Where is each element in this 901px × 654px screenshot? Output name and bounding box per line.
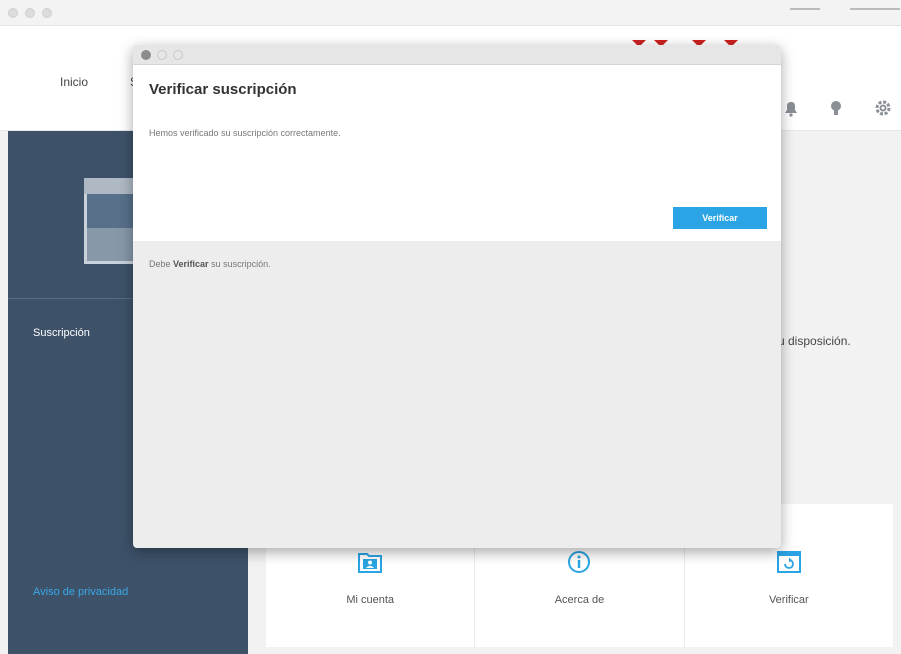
info-icon (568, 551, 591, 573)
note-bold: Verificar (173, 259, 209, 269)
close-window-button[interactable] (8, 8, 18, 18)
note-suffix: su suscripción. (208, 259, 271, 269)
titlebar-decoration (790, 8, 820, 10)
maximize-window-button[interactable] (42, 8, 52, 18)
dialog-message: Hemos verificado su suscripción correcta… (149, 128, 341, 138)
dialog-titlebar (133, 45, 781, 65)
nav-item-inicio[interactable]: Inicio (60, 75, 88, 89)
verify-button[interactable]: Verificar (673, 207, 767, 229)
sidebar-item-suscripcion[interactable]: Suscripción (33, 327, 90, 339)
lightbulb-icon[interactable] (826, 98, 846, 118)
dialog-maximize-button[interactable] (173, 50, 183, 60)
card-label: Mi cuenta (346, 594, 395, 606)
minimize-window-button[interactable] (25, 8, 35, 18)
dialog-note: Debe Verificar su suscripción. (149, 259, 271, 269)
main-description-text: u disposición. (778, 334, 851, 348)
main-window-titlebar (0, 0, 901, 26)
refresh-window-icon (776, 551, 801, 573)
folder-user-icon (358, 553, 383, 573)
privacy-notice-link[interactable]: Aviso de privacidad (33, 586, 128, 598)
dialog-close-button[interactable] (141, 50, 151, 60)
titlebar-decoration (850, 8, 900, 10)
verify-subscription-dialog: Verificar suscripción Hemos verificado s… (133, 45, 781, 548)
dialog-minimize-button[interactable] (157, 50, 167, 60)
card-label: Verificar (768, 594, 809, 606)
card-label: Acerca de (554, 594, 605, 606)
dialog-title: Verificar suscripción (149, 81, 297, 98)
bell-icon[interactable] (781, 98, 801, 118)
note-prefix: Debe (149, 259, 174, 269)
gear-icon[interactable] (873, 98, 893, 118)
